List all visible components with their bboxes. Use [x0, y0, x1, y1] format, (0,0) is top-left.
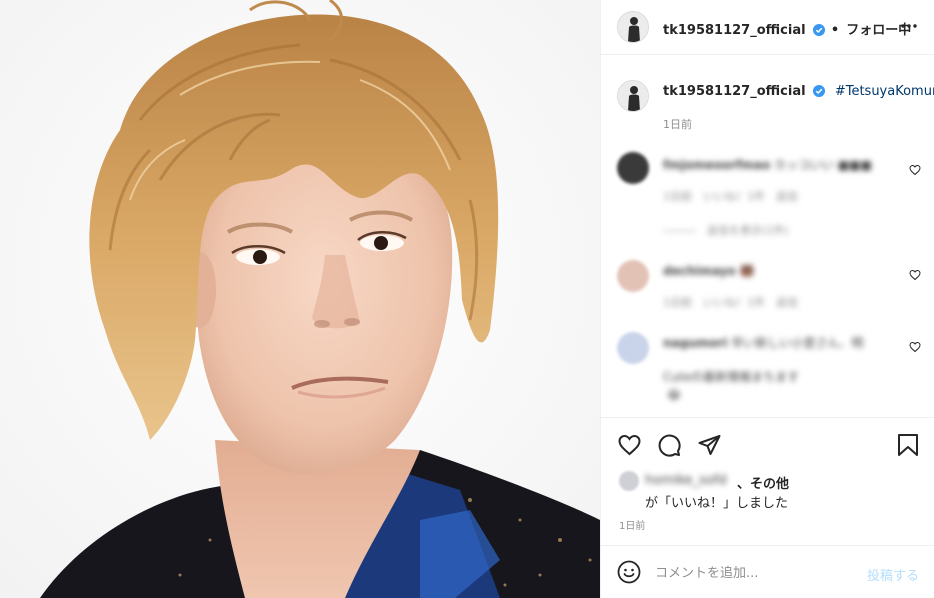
- comment-username[interactable]: fmjomeoorfmao: [663, 158, 770, 172]
- comment-icon[interactable]: [657, 433, 682, 457]
- comment-username[interactable]: nagumori: [663, 336, 728, 349]
- comment-meta[interactable]: 1日前 いいね！1件 返信: [663, 188, 798, 204]
- comment-like-heart-icon[interactable]: [909, 269, 921, 281]
- post-side-panel: tk19581127_official • フォロー中 tk19581127_o…: [600, 0, 934, 598]
- likes-others-link[interactable]: 、その他: [737, 473, 789, 492]
- post-photo: [0, 0, 600, 598]
- add-comment-bar: 投稿する: [601, 545, 934, 598]
- verified-badge-icon: [812, 24, 825, 36]
- liker-avatar[interactable]: [619, 471, 639, 491]
- bookmark-icon[interactable]: [897, 433, 919, 457]
- likes-line: が「いいね！」しました: [645, 496, 789, 511]
- avatar-image: [618, 12, 648, 42]
- more-options-icon[interactable]: [901, 24, 917, 28]
- post-action-bar: [601, 417, 934, 472]
- comment-like-heart-icon[interactable]: [909, 341, 921, 353]
- comment-meta[interactable]: 1日前 いいね！1件 返信: [663, 294, 798, 310]
- caption-line: tk19581127_official #TetsuyaKomuro: [663, 84, 934, 99]
- comment-text: dechimayo 🐻: [663, 264, 755, 278]
- verified-badge-icon: [812, 85, 825, 97]
- comment-avatar[interactable]: [617, 332, 649, 364]
- comment-body: 🐻: [739, 264, 755, 278]
- comment-emoji: 😂: [667, 388, 682, 402]
- post-comment-button[interactable]: 投稿する: [867, 565, 919, 584]
- likes-others-label: その他: [750, 477, 790, 492]
- view-replies-link[interactable]: ――― 返信を表示(1件): [663, 222, 789, 238]
- post-timestamp[interactable]: 1日前: [619, 517, 645, 532]
- comment-like-heart-icon[interactable]: [909, 164, 921, 176]
- caption-username-link[interactable]: tk19581127_official: [663, 84, 806, 99]
- separator-dot: •: [830, 23, 840, 38]
- comment-input[interactable]: [655, 560, 855, 586]
- portrait-illustration: [0, 0, 600, 598]
- comment-avatar[interactable]: [617, 260, 649, 292]
- hashtag-link[interactable]: #TetsuyaKomuro: [835, 84, 934, 99]
- comment-text-line: Cuteの最新情報まちます: [663, 370, 800, 384]
- header-user-line: tk19581127_official • フォロー中: [663, 19, 911, 38]
- comment-avatar[interactable]: [617, 152, 649, 184]
- heart-icon[interactable]: [617, 433, 642, 457]
- comment-body: カッコいい ■■■: [774, 158, 872, 172]
- comment-username[interactable]: dechimayo: [663, 264, 736, 278]
- username-link[interactable]: tk19581127_official: [663, 23, 806, 38]
- comment-text: nagumori 早い新しい小室さん、明日ほっとしてしまいそうです。TKと約束で…: [663, 334, 873, 349]
- caption-timestamp: 1日前: [663, 118, 692, 131]
- share-icon[interactable]: [697, 433, 722, 457]
- comment-text: fmjomeoorfmao カッコいい ■■■: [663, 156, 872, 173]
- emoji-icon[interactable]: [617, 560, 641, 584]
- avatar-image: [618, 81, 648, 111]
- caption-avatar[interactable]: [617, 80, 649, 112]
- likes-separator: 、: [737, 477, 751, 492]
- liker-username[interactable]: homike_sofd: [645, 473, 727, 488]
- avatar[interactable]: [617, 11, 649, 43]
- post-header: tk19581127_official • フォロー中: [601, 0, 934, 55]
